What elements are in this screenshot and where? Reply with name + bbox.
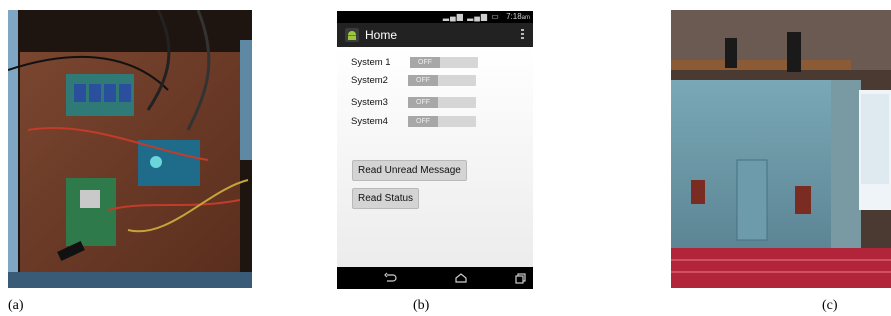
signal-battery-icons: ▂▄▆ ▂▄▆ ▭ [442,12,500,21]
android-app-screenshot: ▂▄▆ ▂▄▆ ▭ 7:18am Home System 1 OFF Syste… [337,11,533,289]
caption-c: (c) [822,298,838,313]
toggle-state: OFF [408,75,438,86]
overflow-menu-icon[interactable] [521,29,525,41]
house-model-photo-icon [671,10,891,288]
toggle-state: OFF [408,116,438,127]
system-2-toggle[interactable]: OFF [408,75,476,86]
recents-icon[interactable] [514,271,528,285]
system-3-toggle[interactable]: OFF [408,97,476,108]
read-unread-message-button[interactable]: Read Unread Message [352,160,467,181]
status-time: 7:18 [506,12,522,21]
navigation-bar [337,267,533,289]
action-bar: Home [337,23,533,47]
android-icon [345,28,359,42]
caption-a: (a) [8,298,24,313]
circuit-board-photo-icon [8,10,252,288]
back-icon[interactable] [383,271,397,285]
system-label: System 1 [351,57,391,68]
hardware-board-photo [8,10,252,288]
system-4-toggle[interactable]: OFF [408,116,476,127]
system-label: System3 [351,97,388,108]
house-model-photo [671,10,891,288]
system-1-toggle[interactable]: OFF [410,57,478,68]
toggle-state: OFF [410,57,440,68]
home-icon[interactable] [454,271,468,285]
app-content: System 1 OFF System2 OFF System3 OFF Sys… [337,47,533,267]
toggle-state: OFF [408,97,438,108]
system-label: System2 [351,75,388,86]
app-title: Home [365,28,398,42]
status-bar: ▂▄▆ ▂▄▆ ▭ 7:18am [337,11,533,23]
system-label: System4 [351,116,388,127]
read-status-button[interactable]: Read Status [352,188,420,209]
status-ampm: am [521,15,530,21]
caption-b: (b) [413,298,430,313]
